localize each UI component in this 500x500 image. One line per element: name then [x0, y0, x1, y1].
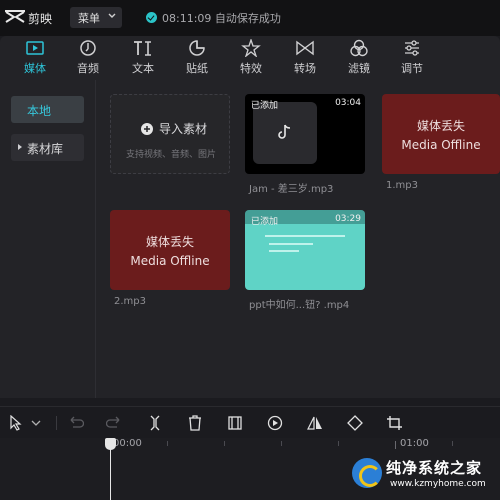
media-item-audio[interactable]: 已添加 03:04: [245, 94, 365, 174]
playhead-line: [110, 444, 111, 500]
audio-thumbnail: [253, 102, 317, 164]
tab-media-label: 媒体: [24, 62, 46, 75]
offline-status-zh: 媒体丢失: [145, 235, 194, 249]
media-item-name: 1.mp3: [386, 180, 418, 191]
thumbnail-text-line: [269, 243, 313, 245]
text-icon: [134, 41, 151, 56]
watermark-logo-icon: [352, 458, 382, 488]
check-circle-icon: [146, 12, 157, 23]
filter-icon: [350, 39, 368, 57]
adjust-icon: [405, 40, 419, 56]
tiktok-note-icon: [278, 124, 291, 139]
tab-audio[interactable]: 音频: [66, 39, 110, 79]
rotate-icon[interactable]: [346, 415, 364, 431]
media-item-offline[interactable]: 媒体丢失 Media Offline: [110, 210, 230, 290]
caret-right-icon: [18, 144, 22, 150]
media-item-name: Jam - 差三岁.mp3: [249, 184, 334, 195]
media-item-name: ppt中如何...钮? .mp4: [249, 300, 350, 311]
sidebar-item-library[interactable]: 素材库: [11, 134, 84, 161]
media-grid: 导入素材 支持视频、音频、图片 已添加 03:04 Jam - 差三岁.mp3 …: [96, 80, 500, 398]
delete-icon[interactable]: [186, 415, 204, 431]
menu-label: 菜单: [78, 12, 100, 25]
split-icon[interactable]: [146, 415, 164, 431]
tab-filters-label: 滤镜: [348, 62, 370, 75]
select-icon[interactable]: [8, 415, 26, 431]
timeline-toolbar: [0, 406, 500, 438]
playhead-handle[interactable]: [105, 438, 116, 450]
tab-adjust-label: 调节: [401, 62, 423, 75]
plus-icon: [141, 123, 153, 135]
added-badge: 已添加: [251, 101, 279, 111]
import-label: 导入素材: [159, 122, 208, 136]
capcut-logo-icon: [5, 10, 25, 23]
tab-effects[interactable]: 特效: [229, 39, 273, 79]
watermark-url: www.kzmyhome.com: [390, 479, 486, 489]
title-bar: 剪映 菜单 08:11:09 自动保存成功: [0, 0, 500, 36]
app-name: 剪映: [28, 12, 53, 26]
category-tabs: 媒体 音频 文本 贴纸 特效 转场 滤镜 调节: [0, 36, 500, 80]
added-badge: 已添加: [251, 217, 279, 227]
menu-button[interactable]: 菜单: [70, 7, 122, 28]
import-hint: 支持视频、音频、图片: [125, 150, 216, 160]
freeze-frame-icon[interactable]: [226, 415, 244, 431]
autosave-text: 08:11:09 自动保存成功: [162, 12, 281, 25]
ruler-tick: [281, 441, 282, 446]
mirror-icon[interactable]: [306, 415, 324, 431]
undo-icon[interactable]: [66, 415, 84, 431]
media-sidebar: 本地 素材库: [0, 80, 96, 398]
toolbar-divider: [56, 416, 57, 430]
tab-text[interactable]: 文本: [121, 39, 165, 79]
audio-icon: [80, 40, 96, 56]
sidebar-item-library-label: 素材库: [27, 142, 64, 156]
offline-status-en: Media Offline: [130, 254, 210, 268]
redo-icon[interactable]: [106, 415, 124, 431]
ruler-tick: [338, 441, 339, 446]
import-media-button[interactable]: 导入素材 支持视频、音频、图片: [110, 94, 230, 174]
chevron-down-icon: [108, 13, 116, 18]
tab-filters[interactable]: 滤镜: [337, 39, 381, 79]
chevron-down-icon[interactable]: [30, 415, 42, 431]
duration-label: 03:04: [335, 98, 361, 108]
media-item-video[interactable]: 已添加 03:29: [245, 210, 365, 290]
media-item-name: 2.mp3: [114, 296, 146, 307]
ruler-tick: [452, 441, 453, 446]
tab-stickers[interactable]: 贴纸: [175, 39, 219, 79]
thumbnail-text-line: [265, 235, 345, 237]
offline-status-zh: 媒体丢失: [416, 119, 465, 133]
timecode-mark: 01:00: [400, 438, 429, 449]
tab-transitions-label: 转场: [294, 62, 316, 75]
tab-transitions[interactable]: 转场: [283, 39, 327, 79]
effects-icon: [241, 39, 261, 57]
play-speed-icon[interactable]: [266, 415, 284, 431]
media-icon: [26, 41, 44, 55]
timecode-start: 00:00: [113, 438, 142, 449]
offline-status-en: Media Offline: [401, 138, 481, 152]
ruler-tick: [395, 441, 396, 449]
crop-icon[interactable]: [386, 415, 404, 431]
site-watermark: 纯净系统之家 www.kzmyhome.com: [352, 454, 498, 498]
sidebar-item-local[interactable]: 本地: [11, 96, 84, 123]
autosave-status: 08:11:09 自动保存成功: [146, 10, 281, 26]
duration-label: 03:29: [335, 214, 361, 224]
ruler-tick: [167, 441, 168, 446]
tab-adjust[interactable]: 调节: [390, 39, 434, 79]
tab-media[interactable]: 媒体: [13, 39, 57, 79]
media-item-offline[interactable]: 媒体丢失 Media Offline: [382, 94, 500, 174]
ruler-tick: [224, 441, 225, 446]
media-panel: 媒体 音频 文本 贴纸 特效 转场 滤镜 调节 本地 素材库 导入素材 支持视频…: [0, 36, 500, 398]
tab-stickers-label: 贴纸: [186, 62, 208, 75]
watermark-name: 纯净系统之家: [386, 459, 483, 477]
tab-audio-label: 音频: [77, 62, 99, 75]
sticker-icon: [189, 40, 205, 56]
tab-effects-label: 特效: [240, 62, 262, 75]
tab-text-label: 文本: [132, 62, 154, 75]
transition-icon: [296, 40, 314, 56]
thumbnail-text-line: [269, 250, 299, 252]
